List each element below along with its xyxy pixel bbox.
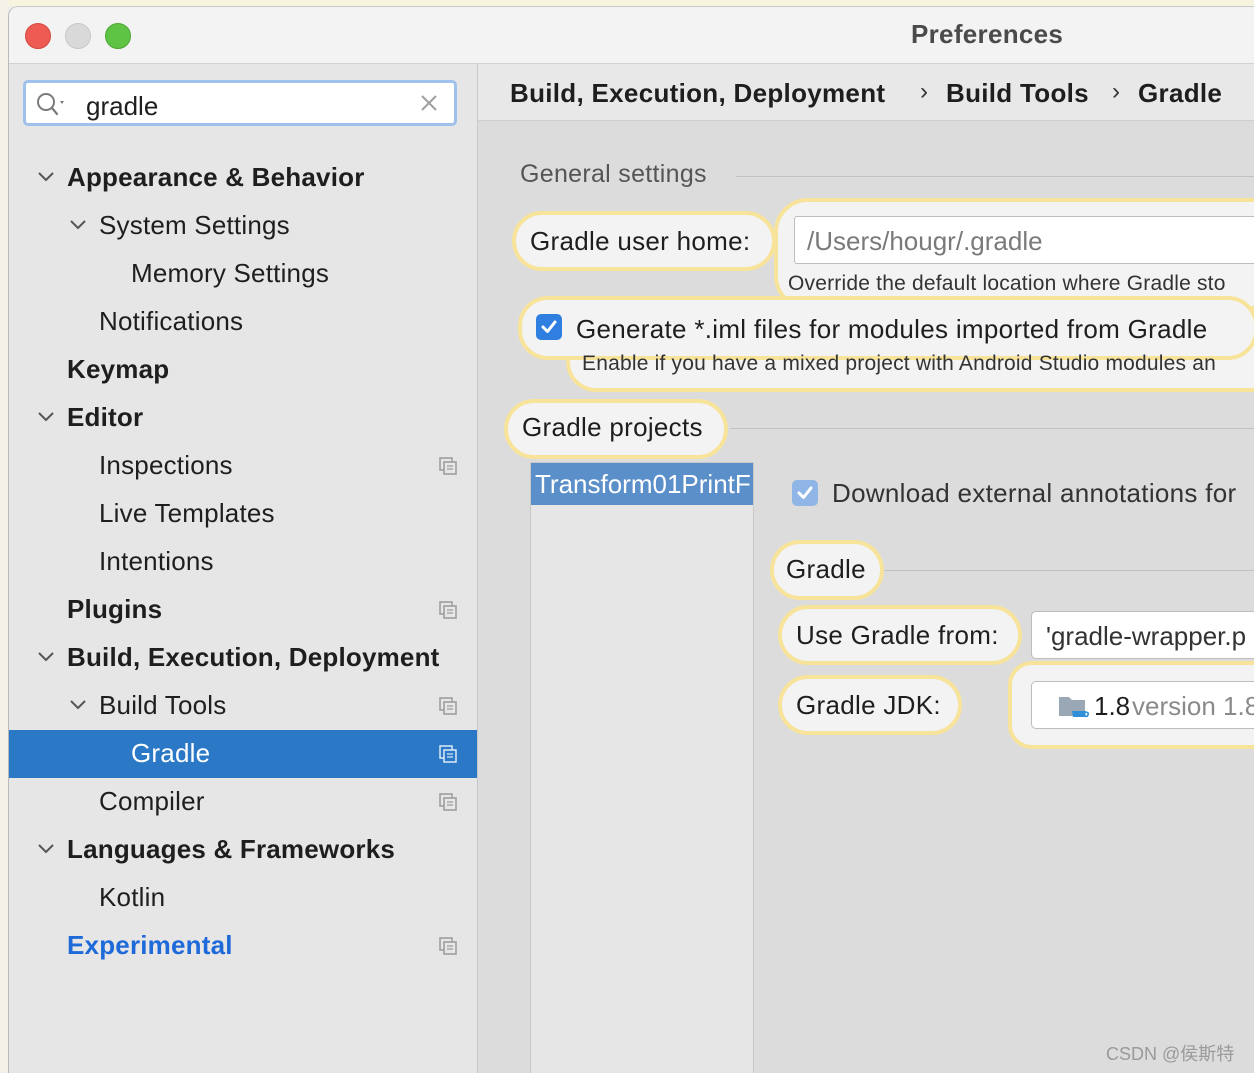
search-icon: [37, 93, 64, 116]
checkmark-icon: [797, 486, 813, 499]
sidebar-item-label: Languages & Frameworks: [67, 834, 396, 864]
gradle-user-home-hint: Override the default location where Grad…: [788, 272, 1226, 295]
sidebar-item-label: Inspections: [99, 450, 233, 480]
sidebar-item-label: Notifications: [99, 306, 244, 336]
sidebar-item[interactable]: Inspections: [9, 442, 477, 490]
sidebar-item-label: Plugins: [67, 594, 163, 624]
window-title: Preferences: [911, 19, 1064, 49]
settings-content: Build, Execution, Deployment › Build Too…: [478, 64, 1254, 1073]
sidebar-item[interactable]: Kotlin: [9, 874, 477, 922]
sidebar-item-label: Build, Execution, Deployment: [67, 642, 440, 672]
sidebar-item[interactable]: Languages & Frameworks: [9, 826, 477, 874]
gradle-jdk-version: 1.8: [1094, 691, 1131, 721]
sidebar-item-label: Kotlin: [99, 882, 166, 912]
gradle-user-home-field[interactable]: /Users/hougr/.gradle: [794, 216, 1254, 264]
sidebar-item[interactable]: Notifications: [9, 298, 477, 346]
project-level-icon: [439, 601, 457, 619]
clear-search-icon[interactable]: [418, 92, 440, 114]
sidebar-item[interactable]: Compiler: [9, 778, 477, 826]
gradle-jdk-select[interactable]: 1.8 version 1.8: [1031, 681, 1254, 729]
search-input[interactable]: gradle: [86, 91, 158, 122]
chevron-down-icon[interactable]: [37, 650, 55, 664]
chevron-down-icon[interactable]: [69, 218, 87, 232]
sidebar-item-label: Memory Settings: [131, 258, 330, 288]
gradle-jdk-label: Gradle JDK:: [796, 690, 941, 720]
zoom-window-button[interactable]: [105, 23, 131, 49]
search-field[interactable]: gradle: [23, 80, 457, 126]
breadcrumb: Build, Execution, Deployment › Build Too…: [478, 64, 1254, 121]
chevron-down-icon[interactable]: [37, 170, 55, 184]
project-level-icon: [439, 793, 457, 811]
project-level-icon: [439, 697, 457, 715]
use-gradle-from-label: Use Gradle from:: [796, 620, 999, 650]
jdk-folder-icon: [1059, 697, 1089, 718]
sidebar-item[interactable]: System Settings: [9, 202, 477, 250]
sidebar-item[interactable]: Build, Execution, Deployment: [9, 634, 477, 682]
sidebar-item-label: Editor: [67, 402, 144, 432]
project-list-item[interactable]: Transform01PrintF: [531, 463, 753, 505]
sidebar-item-label: Keymap: [67, 354, 170, 384]
breadcrumb-separator: ›: [920, 78, 928, 105]
gradle-user-home-label: Gradle user home:: [530, 226, 751, 256]
sidebar-item-label: Intentions: [99, 546, 214, 576]
sidebar-item[interactable]: Build Tools: [9, 682, 477, 730]
generate-iml-checkbox[interactable]: [536, 314, 562, 340]
breadcrumb-item: Gradle: [1138, 78, 1223, 108]
sidebar-item[interactable]: Live Templates: [9, 490, 477, 538]
chevron-down-icon[interactable]: [37, 842, 55, 856]
project-level-icon: [439, 937, 457, 955]
sidebar-item[interactable]: Plugins: [9, 586, 477, 634]
project-level-icon: [439, 457, 457, 475]
download-annotations-label[interactable]: Download external annotations for: [832, 478, 1236, 509]
generate-iml-hint: Enable if you have a mixed project with …: [582, 352, 1217, 375]
breadcrumb-item[interactable]: Build Tools: [946, 78, 1089, 109]
chevron-down-icon[interactable]: [37, 410, 55, 424]
gradle-projects-title: Gradle projects: [522, 412, 703, 442]
sidebar-item-label: Compiler: [99, 786, 205, 816]
breadcrumb-separator: ›: [1112, 78, 1120, 105]
download-annotations-checkbox[interactable]: [792, 480, 818, 506]
title-bar: Preferences: [9, 7, 1254, 64]
sidebar-item-label: Build Tools: [99, 690, 227, 720]
chevron-down-icon[interactable]: [69, 698, 87, 712]
minimize-window-button[interactable]: [65, 23, 91, 49]
gradle-section-title: Gradle: [786, 554, 866, 584]
sidebar-item-label: System Settings: [99, 210, 290, 240]
watermark: CSDN @侯斯特: [1106, 1044, 1235, 1064]
general-settings-title: General settings: [520, 160, 707, 188]
sidebar-item-label: Gradle: [131, 738, 211, 768]
preferences-window: Preferences gradle Appearance & Behavior…: [8, 6, 1254, 1073]
sidebar-item-label: Appearance & Behavior: [67, 162, 365, 192]
breadcrumb-item[interactable]: Build, Execution, Deployment: [510, 78, 885, 109]
background-app-strip: [0, 0, 8, 1072]
gradle-user-home-value: /Users/hougr/.gradle: [807, 226, 1043, 256]
sidebar-item-label: Experimental: [67, 930, 233, 960]
divider: [736, 176, 1254, 177]
close-window-button[interactable]: [25, 23, 51, 49]
sidebar-item-label: Live Templates: [99, 498, 275, 528]
sidebar-item[interactable]: Intentions: [9, 538, 477, 586]
sidebar-item[interactable]: Editor: [9, 394, 477, 442]
gradle-jdk-detail: version 1.8: [1132, 691, 1254, 721]
project-level-icon: [439, 745, 457, 763]
checkmark-icon: [541, 320, 557, 333]
sidebar-item[interactable]: Experimental: [9, 922, 477, 970]
project-name: Transform01PrintF: [535, 469, 751, 499]
divider: [884, 570, 1254, 571]
sidebar-item[interactable]: Keymap: [9, 346, 477, 394]
sidebar-item[interactable]: Gradle: [9, 730, 477, 778]
sidebar-item[interactable]: Memory Settings: [9, 250, 477, 298]
use-gradle-from-select[interactable]: 'gradle-wrapper.p: [1031, 611, 1254, 659]
generate-iml-label[interactable]: Generate *.iml files for modules importe…: [576, 314, 1207, 345]
sidebar-item[interactable]: Appearance & Behavior: [9, 154, 477, 202]
settings-sidebar: gradle Appearance & Behavior System Setti…: [9, 64, 478, 1073]
divider: [730, 428, 1254, 429]
gradle-projects-list[interactable]: Transform01PrintF: [530, 462, 754, 1073]
use-gradle-from-value: 'gradle-wrapper.p: [1046, 621, 1247, 651]
